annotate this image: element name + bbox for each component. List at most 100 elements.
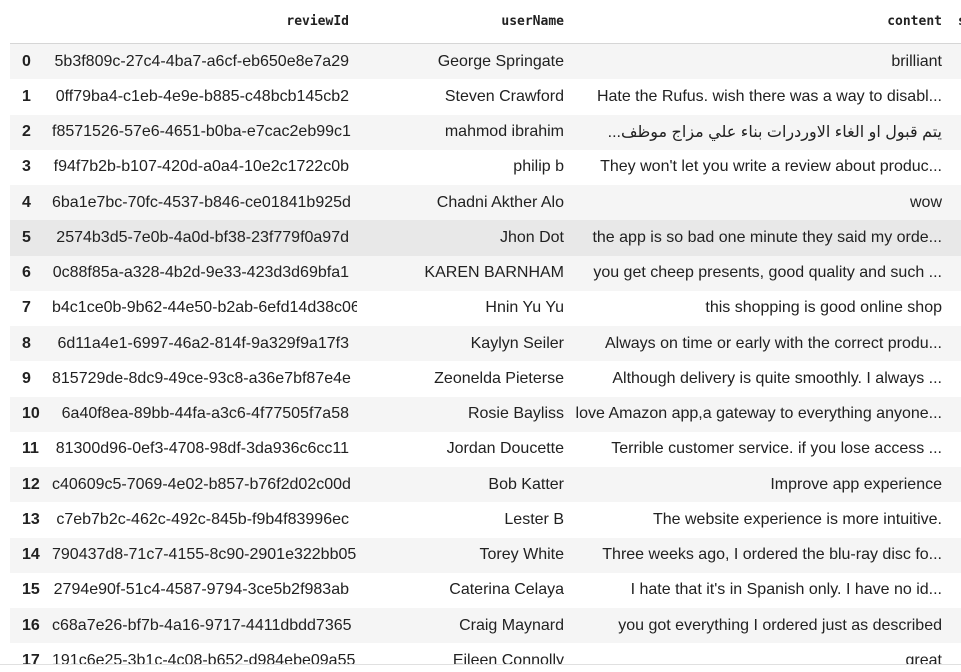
table-row-hovered: 5 2574b3d5-7e0b-4a0d-bf38-23f779f0a97d J… xyxy=(10,220,961,256)
cell-username: Chadni Akther Alo xyxy=(357,185,572,221)
row-index: 5 xyxy=(10,220,52,256)
cell-reviewid: 6d11a4e1-6997-46a2-814f-9a329f9a17f3 xyxy=(52,326,357,362)
dataframe-table: reviewId userName content s 0 5b3f809c-2… xyxy=(10,0,961,672)
cell-overflow xyxy=(950,572,961,608)
cell-content: Hate the Rufus. wish there was a way to … xyxy=(572,79,950,115)
cell-reviewid: 6a40f8ea-89bb-44fa-a3c6-4f77505f7a58 xyxy=(52,396,357,432)
column-header-reviewid[interactable]: reviewId xyxy=(52,0,357,44)
cell-content: The website experience is more intuitive… xyxy=(572,502,950,538)
cell-username: Zeonelda Pieterse xyxy=(357,361,572,397)
row-index: 15 xyxy=(10,572,52,608)
cell-content: I hate that it's in Spanish only. I have… xyxy=(572,572,950,608)
cell-username: Lester B xyxy=(357,502,572,538)
cell-reviewid: 815729de-8dc9-49ce-93c8-a36e7bf87e4e xyxy=(52,361,357,397)
header-row: reviewId userName content s xyxy=(10,0,961,44)
row-index: 14 xyxy=(10,537,52,573)
column-header-s[interactable]: s xyxy=(950,0,961,44)
cell-overflow xyxy=(950,361,961,397)
cell-reviewid: 790437d8-71c7-4155-8c90-2901e322bb05 xyxy=(52,537,357,573)
cell-content: love Amazon app,a gateway to everything … xyxy=(572,396,950,432)
row-index: 0 xyxy=(10,43,52,80)
table-row: 11 81300d96-0ef3-4708-98df-3da936c6cc11 … xyxy=(10,431,961,467)
table-row: 6 0c88f85a-a328-4b2d-9e33-423d3d69bfa1 K… xyxy=(10,255,961,291)
cell-content: brilliant xyxy=(572,43,950,80)
table-row: 10 6a40f8ea-89bb-44fa-a3c6-4f77505f7a58 … xyxy=(10,396,961,432)
table-row: 4 6ba1e7bc-70fc-4537-b846-ce01841b925d C… xyxy=(10,185,961,221)
cell-overflow xyxy=(950,255,961,291)
table-row: 15 2794e90f-51c4-4587-9794-3ce5b2f983ab … xyxy=(10,572,961,608)
cell-username: Kaylyn Seiler xyxy=(357,326,572,362)
row-index: 11 xyxy=(10,431,52,467)
cell-reviewid: b4c1ce0b-9b62-44e50-b2ab-6efd14d38c06 xyxy=(52,290,357,326)
cell-overflow xyxy=(950,43,961,80)
cell-overflow xyxy=(950,149,961,185)
cell-username: Jordan Doucette xyxy=(357,431,572,467)
cell-content: Three weeks ago, I ordered the blu-ray d… xyxy=(572,537,950,573)
row-index: 2 xyxy=(10,114,52,150)
cell-username: Steven Crawford xyxy=(357,79,572,115)
index-header xyxy=(10,0,52,44)
cell-username: George Springate xyxy=(357,43,572,80)
cell-content: Always on time or early with the correct… xyxy=(572,326,950,362)
cell-reviewid: 0ff79ba4-c1eb-4e9e-b885-c48bcb145cb2 xyxy=(52,79,357,115)
table-row: 7 b4c1ce0b-9b62-44e50-b2ab-6efd14d38c06 … xyxy=(10,290,961,326)
cell-content: Terrible customer service. if you lose a… xyxy=(572,431,950,467)
cell-content: They won't let you write a review about … xyxy=(572,149,950,185)
row-index: 7 xyxy=(10,290,52,326)
cell-overflow xyxy=(950,79,961,115)
cell-content: you got everything I ordered just as des… xyxy=(572,608,950,644)
cell-username: philip b xyxy=(357,149,572,185)
row-index: 16 xyxy=(10,608,52,644)
table-row: 9 815729de-8dc9-49ce-93c8-a36e7bf87e4e Z… xyxy=(10,361,961,397)
cell-overflow xyxy=(950,537,961,573)
table-row: 1 0ff79ba4-c1eb-4e9e-b885-c48bcb145cb2 S… xyxy=(10,79,961,115)
cell-overflow xyxy=(950,467,961,503)
cell-reviewid: 2574b3d5-7e0b-4a0d-bf38-23f779f0a97d xyxy=(52,220,357,256)
table-row: 8 6d11a4e1-6997-46a2-814f-9a329f9a17f3 K… xyxy=(10,326,961,362)
cell-username: Caterina Celaya xyxy=(357,572,572,608)
output-bottom-edge xyxy=(0,664,961,672)
cell-overflow xyxy=(950,608,961,644)
table-row: 12 c40609c5-7069-4e02-b857-b76f2d02c00d … xyxy=(10,467,961,503)
cell-overflow xyxy=(950,114,961,150)
table-row: 14 790437d8-71c7-4155-8c90-2901e322bb05 … xyxy=(10,537,961,573)
cell-content: this shopping is good online shop xyxy=(572,290,950,326)
table-row: 16 c68a7e26-bf7b-4a16-9717-4411dbdd7365 … xyxy=(10,608,961,644)
cell-reviewid: f94f7b2b-b107-420d-a0a4-10e2c1722c0b xyxy=(52,149,357,185)
table-row: 3 f94f7b2b-b107-420d-a0a4-10e2c1722c0b p… xyxy=(10,149,961,185)
cell-content: you get cheep presents, good quality and… xyxy=(572,255,950,291)
cell-username: Bob Katter xyxy=(357,467,572,503)
cell-reviewid: f8571526-57e6-4651-b0ba-e7cac2eb99c1 xyxy=(52,114,357,150)
cell-reviewid: 0c88f85a-a328-4b2d-9e33-423d3d69bfa1 xyxy=(52,255,357,291)
table-row: 13 c7eb7b2c-462c-492c-845b-f9b4f83996ec … xyxy=(10,502,961,538)
column-header-content[interactable]: content xyxy=(572,0,950,44)
cell-username: KAREN BARNHAM xyxy=(357,255,572,291)
cell-reviewid: c7eb7b2c-462c-492c-845b-f9b4f83996ec xyxy=(52,502,357,538)
row-index: 6 xyxy=(10,255,52,291)
row-index: 1 xyxy=(10,79,52,115)
row-index: 10 xyxy=(10,396,52,432)
table-row: 0 5b3f809c-27c4-4ba7-a6cf-eb650e8e7a29 G… xyxy=(10,43,961,80)
cell-overflow xyxy=(950,502,961,538)
cell-username: Hnin Yu Yu xyxy=(357,290,572,326)
row-index: 3 xyxy=(10,149,52,185)
cell-overflow xyxy=(950,220,961,256)
cell-reviewid: 2794e90f-51c4-4587-9794-3ce5b2f983ab xyxy=(52,572,357,608)
cell-reviewid: 5b3f809c-27c4-4ba7-a6cf-eb650e8e7a29 xyxy=(52,43,357,80)
cell-reviewid: c40609c5-7069-4e02-b857-b76f2d02c00d xyxy=(52,467,357,503)
row-index: 4 xyxy=(10,185,52,221)
cell-overflow xyxy=(950,326,961,362)
cell-reviewid: 81300d96-0ef3-4708-98df-3da936c6cc11 xyxy=(52,431,357,467)
cell-username: mahmod ibrahim xyxy=(357,114,572,150)
cell-overflow xyxy=(950,290,961,326)
row-index: 8 xyxy=(10,326,52,362)
row-index: 9 xyxy=(10,361,52,397)
cell-overflow xyxy=(950,431,961,467)
cell-reviewid: 6ba1e7bc-70fc-4537-b846-ce01841b925d xyxy=(52,185,357,221)
column-header-username[interactable]: userName xyxy=(357,0,572,44)
cell-reviewid: c68a7e26-bf7b-4a16-9717-4411dbdd7365 xyxy=(52,608,357,644)
cell-content: يتم قبول او الغاء الاوردرات بناء علي مزا… xyxy=(572,114,950,150)
cell-content: wow xyxy=(572,185,950,221)
row-index: 13 xyxy=(10,502,52,538)
table-row: 2 f8571526-57e6-4651-b0ba-e7cac2eb99c1 m… xyxy=(10,114,961,150)
